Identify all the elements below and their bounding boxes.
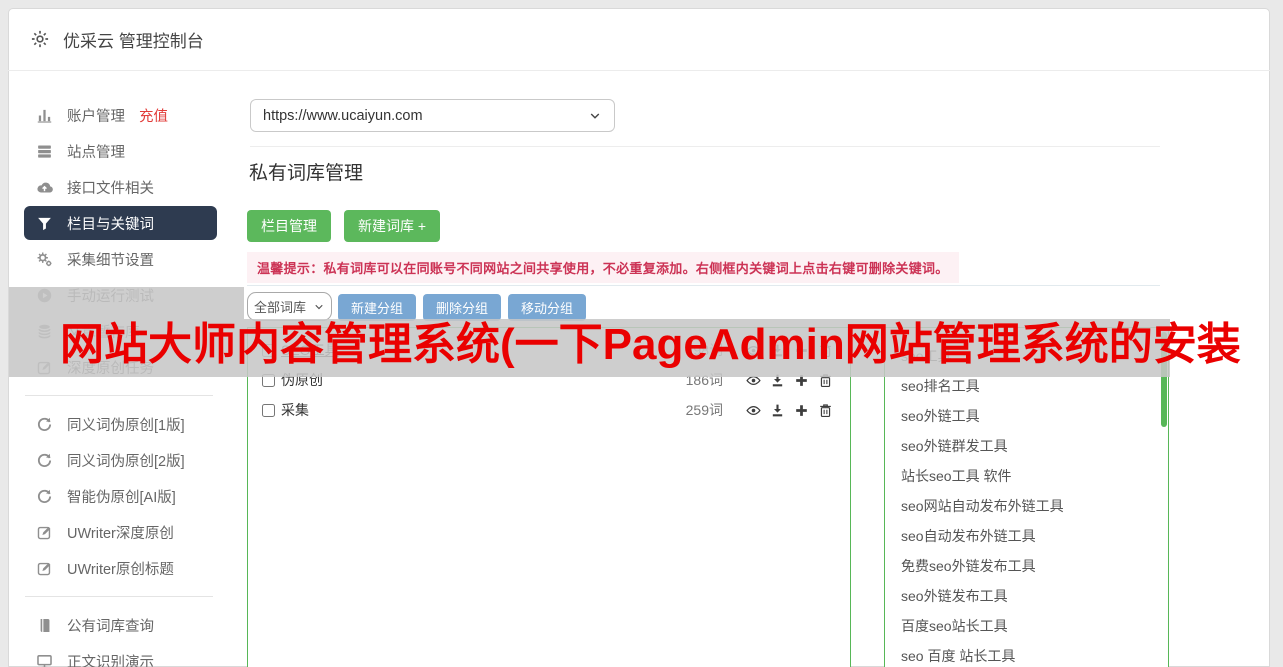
preview-icon[interactable] bbox=[746, 403, 761, 418]
sidebar: 账户管理充值站点管理接口文件相关栏目与关键词采集细节设置手动运行测试文章暂存库深… bbox=[8, 97, 241, 667]
sidebar-item[interactable]: 栏目与关键词 bbox=[24, 206, 217, 240]
sidebar-item-label: UWriter原创标题 bbox=[67, 561, 174, 578]
add-words-icon[interactable] bbox=[794, 403, 809, 418]
sidebar-item-label: 正文识别演示 bbox=[67, 654, 154, 667]
chevron-down-icon bbox=[588, 109, 602, 123]
column-manage-button[interactable]: 栏目管理 bbox=[247, 210, 331, 242]
sidebar-item[interactable]: 同义词伪原创[2版] bbox=[8, 442, 241, 478]
edit-icon bbox=[36, 524, 53, 541]
delete-icon bbox=[818, 403, 833, 418]
sidebar-item-label: 同义词伪原创[1版] bbox=[67, 417, 185, 434]
preview-icon bbox=[746, 403, 761, 418]
edit-icon bbox=[36, 560, 53, 577]
chevron-down-icon bbox=[313, 301, 325, 313]
library-list-panel: SEO工具98词伪原创186词采集259词 bbox=[247, 327, 851, 667]
library-checkbox[interactable] bbox=[262, 403, 275, 417]
refresh-icon bbox=[36, 416, 53, 433]
sidebar-item-label: 同义词伪原创[2版] bbox=[67, 453, 185, 470]
delete-group-button[interactable]: 删除分组 bbox=[423, 294, 502, 321]
library-row: 采集 259词 bbox=[248, 395, 850, 425]
library-group-select[interactable]: 全部词库 bbox=[247, 292, 332, 321]
keyword-item[interactable]: seo自动发布外链工具 bbox=[901, 521, 1168, 551]
sidebar-item[interactable]: 接口文件相关 bbox=[8, 169, 241, 205]
sidebar-item-label: 采集细节设置 bbox=[67, 252, 154, 269]
site-url-select[interactable]: https://www.ucaiyun.com bbox=[250, 99, 615, 132]
sidebar-item-label: 接口文件相关 bbox=[67, 180, 154, 197]
sidebar-item-label: 栏目与关键词 bbox=[67, 216, 154, 233]
sidebar-item[interactable]: 同义词伪原创[1版] bbox=[8, 406, 241, 442]
app-header: 优采云 管理控制台 bbox=[8, 8, 1270, 71]
keyword-item[interactable]: 站长seo工具 软件 bbox=[901, 461, 1168, 491]
page: 优采云 管理控制台 账户管理充值站点管理接口文件相关栏目与关键词采集细节设置手动… bbox=[0, 0, 1283, 667]
group-buttons: 新建分组 删除分组 移动分组 bbox=[338, 294, 587, 321]
sidebar-item-label: 账户管理 bbox=[67, 108, 125, 125]
page-title: 私有词库管理 bbox=[249, 163, 364, 184]
refresh-icon bbox=[36, 452, 53, 469]
sidebar-divider bbox=[25, 395, 213, 396]
keyword-item[interactable]: seo 百度 站长工具 bbox=[901, 641, 1168, 667]
gear-icon bbox=[30, 29, 50, 49]
cloud-upload-icon bbox=[36, 179, 53, 196]
watermark-text: 网站大师内容管理系统(一下PageAdmin网站管理系统的安装 bbox=[60, 320, 1241, 369]
recharge-badge[interactable]: 充值 bbox=[139, 105, 168, 126]
keyword-item[interactable]: seo外链工具 bbox=[901, 401, 1168, 431]
add-words-icon bbox=[794, 403, 809, 418]
server-icon bbox=[36, 143, 53, 160]
book-icon bbox=[36, 617, 53, 634]
delete-icon[interactable] bbox=[818, 403, 833, 418]
sidebar-item[interactable]: 采集细节设置 bbox=[8, 241, 241, 277]
sidebar-item[interactable]: 正文识别演示 bbox=[8, 643, 241, 667]
library-group-value: 全部词库 bbox=[253, 300, 306, 315]
keyword-item[interactable]: seo外链发布工具 bbox=[901, 581, 1168, 611]
sidebar-item-label: 站点管理 bbox=[67, 144, 125, 161]
new-group-button[interactable]: 新建分组 bbox=[338, 294, 417, 321]
download-icon[interactable] bbox=[770, 403, 785, 418]
sidebar-item[interactable]: 站点管理 bbox=[8, 133, 241, 169]
gears-icon bbox=[36, 251, 53, 268]
tip-message: 温馨提示：私有词库可以在同账号不同网站之间共享使用，不必重复添加。右侧框内关键词… bbox=[247, 252, 959, 283]
library-name[interactable]: 采集 bbox=[281, 400, 686, 420]
word-count: 259词 bbox=[685, 402, 723, 418]
section-divider bbox=[247, 285, 1160, 286]
sidebar-item-label: 智能伪原创[AI版] bbox=[67, 489, 176, 506]
keyword-list-panel: seo工具seo排名工具seo外链工具seo外链群发工具站长seo工具 软件se… bbox=[884, 327, 1169, 667]
action-buttons: 栏目管理 新建词库 + bbox=[247, 210, 441, 242]
sidebar-item[interactable]: UWriter原创标题 bbox=[8, 550, 241, 586]
sidebar-item-label: UWriter深度原创 bbox=[67, 525, 174, 542]
keyword-item[interactable]: seo网站自动发布外链工具 bbox=[901, 491, 1168, 521]
header-divider bbox=[250, 146, 1160, 147]
sidebar-divider bbox=[25, 596, 213, 597]
sidebar-item[interactable]: 智能伪原创[AI版] bbox=[8, 478, 241, 514]
keyword-item[interactable]: 百度seo站长工具 bbox=[901, 611, 1168, 641]
bar-chart-icon bbox=[36, 107, 53, 124]
app-title: 优采云 管理控制台 bbox=[63, 31, 204, 51]
sidebar-item-label: 公有词库查询 bbox=[67, 618, 154, 635]
funnel-icon bbox=[36, 215, 53, 232]
move-group-button[interactable]: 移动分组 bbox=[508, 294, 587, 321]
download-icon bbox=[770, 403, 785, 418]
keyword-item[interactable]: 免费seo外链发布工具 bbox=[901, 551, 1168, 581]
refresh-icon bbox=[36, 488, 53, 505]
monitor-icon bbox=[36, 653, 53, 667]
new-library-button[interactable]: 新建词库 + bbox=[344, 210, 441, 242]
sidebar-item[interactable]: UWriter深度原创 bbox=[8, 514, 241, 550]
keyword-item[interactable]: seo外链群发工具 bbox=[901, 431, 1168, 461]
sidebar-item[interactable]: 公有词库查询 bbox=[8, 607, 241, 643]
sidebar-item[interactable]: 账户管理 充值 bbox=[8, 97, 241, 133]
site-url-value: https://www.ucaiyun.com bbox=[263, 107, 423, 124]
